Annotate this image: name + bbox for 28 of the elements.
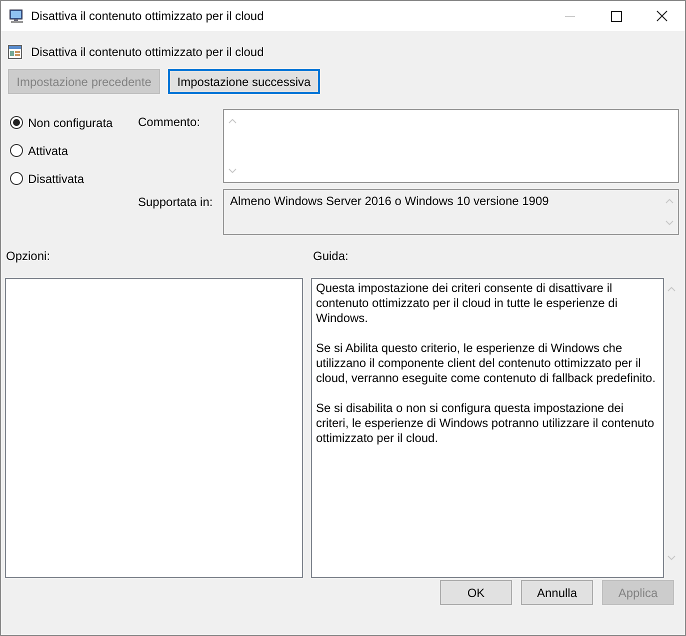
radio-button[interactable]: [10, 144, 23, 157]
options-label: Opzioni:: [6, 249, 52, 265]
radio-button[interactable]: [10, 172, 23, 185]
scroll-up-icon[interactable]: [666, 286, 676, 292]
radio-label: Disattivata: [28, 172, 84, 186]
setting-nav-button[interactable]: Impostazione successiva: [168, 69, 320, 94]
help-paragraph: Se si Abilita questo criterio, le esperienze di Windows che utilizzano il componente client del contenuto ottimizzato per il cloud, verranno eseguite come contenuto di fallback predefinito.: [316, 341, 657, 386]
radio-button[interactable]: [10, 116, 23, 129]
comment-label: Commento:: [138, 114, 202, 131]
help-paragraph: Questa impostazione dei criteri consente di disattivare il contenuto ottimizzato per il cloud in tutte le esperienze di Windows.: [316, 281, 619, 326]
scroll-down-icon[interactable]: [228, 168, 237, 174]
scroll-down-icon[interactable]: [666, 555, 676, 561]
policy-icon: [7, 44, 23, 60]
help-label: Guida:: [313, 249, 348, 265]
scroll-down-icon[interactable]: [665, 220, 674, 226]
policy-name: Disattiva il contenuto ottimizzato per il cloud: [31, 45, 264, 59]
supported-label: Supportata in:: [138, 194, 214, 211]
radio-label: Non configurata: [28, 116, 113, 130]
scroll-up-icon[interactable]: [665, 198, 674, 204]
window-title: Disattiva il contenuto ottimizzato per il cloud: [31, 9, 264, 23]
scroll-up-icon[interactable]: [228, 118, 237, 124]
help-paragraph: Se si disabilita o non si configura questa impostazione dei criteri, le esperienze di Windows potranno utilizzare il contenuto ottimizzato per il cloud.: [316, 401, 656, 446]
dialog-button[interactable]: Annulla: [521, 580, 593, 605]
radio-label: Attivata: [28, 144, 68, 158]
dialog-button[interactable]: OK: [440, 580, 512, 605]
supported-value: Almeno Windows Server 2016 o Windows 10 versione 1909: [229, 193, 549, 210]
computer-icon: [9, 8, 25, 24]
comment-field[interactable]: [223, 109, 679, 183]
